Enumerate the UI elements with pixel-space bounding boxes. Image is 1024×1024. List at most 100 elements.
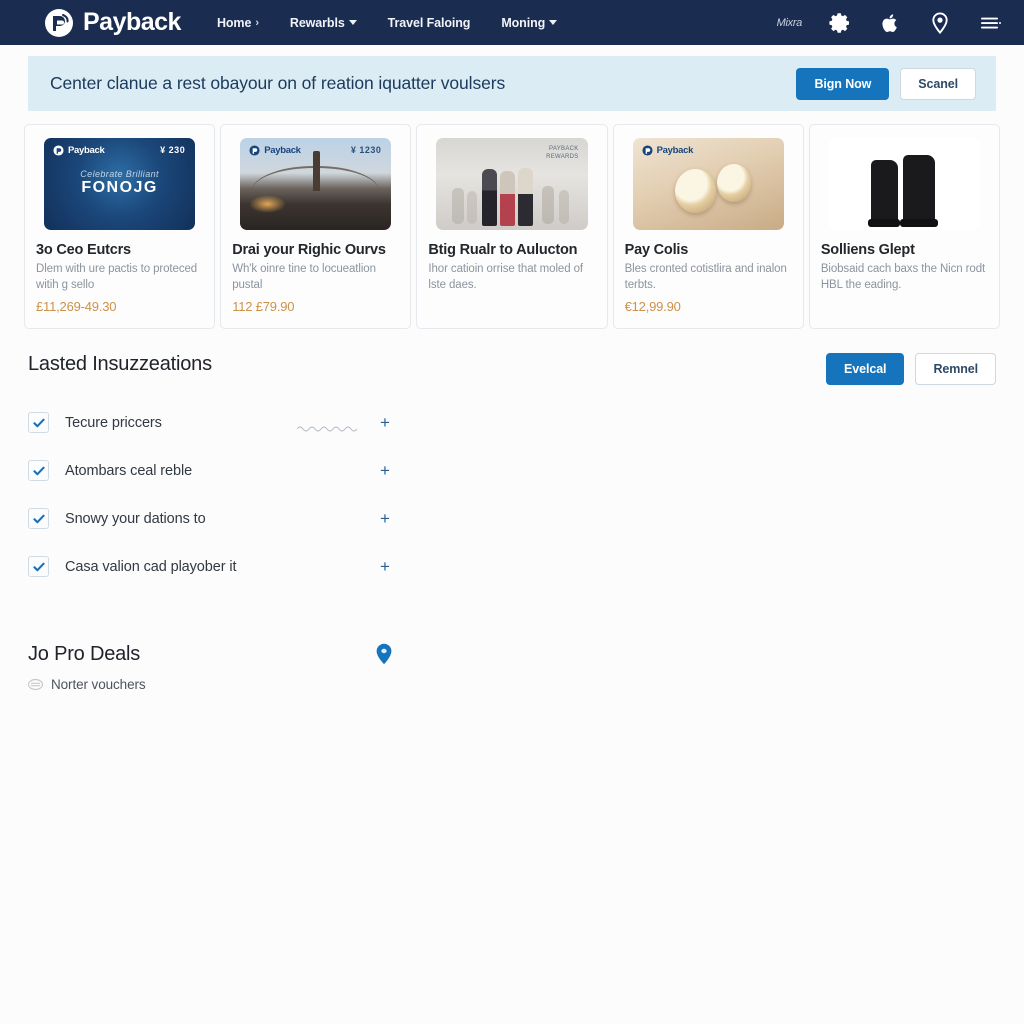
checklist: Tecure priccers + Atombars ceal reble + … [28, 399, 996, 591]
add-item-button[interactable]: + [377, 558, 393, 575]
list-item-label: Snowy your dations to [65, 510, 206, 527]
payback-logo-icon [44, 8, 74, 38]
offer-card[interactable]: Payback ¥ 230 Celebrate Brilliant FONOJG… [24, 124, 216, 329]
add-item-button[interactable]: + [377, 510, 393, 527]
card-art-value: ¥ 1230 [350, 145, 382, 155]
offer-card[interactable]: Solliens Glept Biobsaid cach baxs the Ni… [808, 124, 1001, 329]
offer-card-price: 112 £79.90 [232, 298, 295, 314]
nav-item-label: Rewarbls [289, 15, 345, 30]
checkbox-checked[interactable] [28, 460, 49, 482]
promo-banner-text: Center clanue a rest obayour on of reati… [50, 73, 506, 93]
offer-card-description: Dlem with ure pactis to proteced witih g… [36, 263, 198, 292]
city-lights-glow [249, 195, 286, 214]
bridge-tower-shape [312, 150, 320, 192]
list-item-label: Casa valion cad playober it [65, 558, 237, 575]
card-art-logo-text: Payback [264, 145, 301, 156]
offer-card-row: Payback ¥ 230 Celebrate Brilliant FONOJG… [24, 124, 1001, 329]
list-item-label: Atombars ceal reble [65, 462, 193, 479]
pastry-shape [674, 169, 716, 214]
check-icon [32, 514, 45, 523]
nav-item-rewarbls[interactable]: Rewarbls [290, 16, 357, 30]
card-art-stamp: PAYBACK REWARDS [546, 146, 579, 160]
deals-subtitle-row: Norter vouchers [27, 676, 393, 692]
header-actions: Mixra [777, 11, 1002, 35]
offer-card-title: Btig Rualr to Aulucton [428, 242, 578, 258]
background-figure-shape [451, 187, 464, 225]
offer-card-description: Biobsaid cach baxs the Nicn rodt HBL the… [820, 263, 986, 292]
background-figure-shape [542, 185, 555, 225]
boot-shape [871, 160, 899, 225]
offer-card-image: Payback ¥ 1230 [240, 138, 392, 230]
checkbox-checked[interactable] [28, 508, 49, 530]
person-figure-shape [481, 169, 497, 227]
offer-card-description: Bles cronted cotistlira and inalon terbt… [624, 263, 787, 292]
evelcal-button[interactable]: Evelcal [826, 352, 905, 385]
chevron-down-icon [549, 20, 558, 25]
offer-card-title: Drai your Righic Ourvs [232, 242, 386, 258]
offer-card[interactable]: Payback ¥ 1230 Drai your Righic Ourvs Wh… [220, 124, 412, 329]
offer-card-title: 3o Ceo Eutcrs [36, 242, 131, 258]
deals-section-header: Jo Pro Deals [28, 643, 393, 666]
card-art-logo: Payback [53, 145, 105, 156]
nav-item-travel-faloing[interactable]: Travel Faloing [388, 16, 471, 30]
add-item-button[interactable]: + [377, 462, 393, 479]
chevron-right-icon: › [255, 16, 259, 29]
remnel-button[interactable]: Remnel [915, 352, 996, 385]
top-navigation-bar: Payback Home › Rewarbls Travel Faloing M… [0, 0, 1024, 45]
list-item[interactable]: Atombars ceal reble + [28, 447, 393, 495]
promo-banner: Center clanue a rest obayour on of reati… [28, 56, 996, 111]
offer-card-image: Payback [632, 138, 784, 230]
card-art-logo: Payback [249, 145, 301, 156]
squiggle-line-icon [296, 419, 359, 432]
offer-card-description: Wh'k oinre tine to locueatlion pustal [232, 263, 376, 292]
checkbox-checked[interactable] [28, 412, 49, 434]
page-title: Lasted Insuzzeations [28, 352, 212, 375]
card-art-logo-text: Payback [68, 145, 105, 156]
person-figure-shape [518, 168, 534, 227]
list-item[interactable]: Casa valion cad playober it + [28, 543, 393, 591]
cancel-button[interactable]: Scanel [900, 67, 976, 100]
check-icon [32, 562, 45, 571]
voucher-icon [27, 677, 44, 692]
offer-card[interactable]: PAYBACK REWARDS Btig Rualr to Aulucton Ih… [416, 124, 608, 329]
checkbox-checked[interactable] [28, 556, 49, 578]
deals-section: Jo Pro Deals Norter vouchers [27, 643, 393, 692]
background-figure-shape [558, 189, 570, 225]
main-nav: Home › Rewarbls Travel Faloing Moning [217, 16, 558, 30]
offer-card-image: PAYBACK REWARDS [436, 138, 588, 230]
apple-icon[interactable] [878, 11, 902, 35]
location-pin-icon[interactable] [375, 643, 393, 665]
sign-now-button[interactable]: Bign Now [796, 67, 890, 100]
card-art-logo-text: Payback [656, 145, 694, 156]
gear-icon[interactable] [828, 11, 852, 35]
payback-logo-icon [642, 145, 653, 156]
pastry-shape [717, 163, 751, 203]
boot-shape [902, 154, 935, 225]
brand-logo[interactable]: Payback [44, 8, 181, 38]
offer-card[interactable]: Payback Pay Colis Bles cronted cotistlir… [612, 124, 804, 329]
offer-card-image [828, 138, 981, 230]
brand-name: Payback [83, 8, 181, 36]
deals-title: Jo Pro Deals [28, 642, 141, 665]
offer-card-title: Pay Colis [624, 242, 689, 258]
list-item[interactable]: Snowy your dations to + [28, 495, 393, 543]
hamburger-menu-icon[interactable] [978, 11, 1002, 35]
list-item[interactable]: Tecure priccers + [28, 399, 393, 447]
card-art-logo: Payback [642, 145, 693, 156]
user-account-label[interactable]: Mixra [777, 17, 803, 29]
checklist-section-header: Lasted Insuzzeations Evelcal Remnel [28, 352, 996, 385]
location-pin-icon[interactable] [928, 11, 952, 35]
payback-logo-icon [249, 145, 260, 156]
promo-banner-actions: Bign Now Scanel [796, 67, 976, 100]
add-item-button[interactable]: + [377, 414, 393, 431]
card-art-headline: FONOJG [81, 179, 158, 196]
offer-card-image: Payback ¥ 230 Celebrate Brilliant FONOJG [44, 138, 196, 230]
offer-card-title: Solliens Glept [820, 242, 915, 258]
boot-sole-shape [868, 218, 900, 228]
deals-subtitle: Norter vouchers [51, 676, 146, 692]
offer-card-price: €12,99.90 [624, 298, 681, 314]
chevron-down-icon [348, 20, 357, 25]
nav-item-moning[interactable]: Moning [501, 16, 558, 30]
nav-item-home[interactable]: Home › [217, 16, 259, 30]
person-figure-shape [499, 171, 516, 227]
